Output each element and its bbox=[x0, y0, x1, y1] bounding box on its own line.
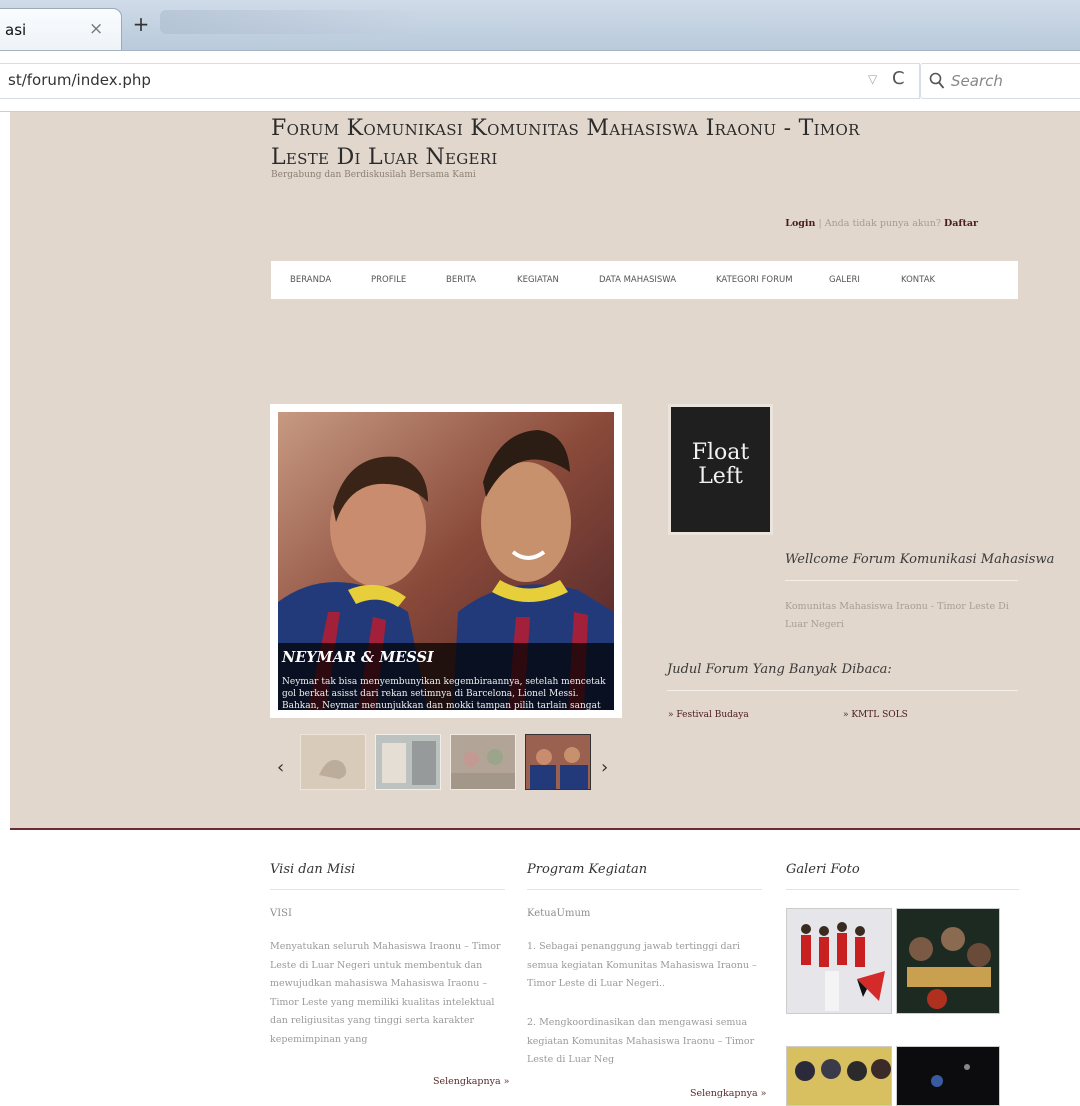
thumb-image bbox=[451, 735, 515, 789]
register-prompt: Anda tidak punya akun? bbox=[824, 218, 944, 229]
slider-thumb-2[interactable] bbox=[375, 734, 441, 790]
register-link[interactable]: Daftar bbox=[944, 218, 978, 229]
float-text-line-2: Left bbox=[698, 464, 743, 489]
slider-caption-text: Neymar tak bisa menyembunyikan kegembira… bbox=[282, 677, 606, 710]
widget-visi-text: Menyatukan seluruh Mahasiswa Iraonu – Ti… bbox=[270, 941, 501, 1045]
gallery-photo-1[interactable] bbox=[786, 908, 892, 1014]
widget-program-more-link[interactable]: Selengkapnya » bbox=[690, 1088, 766, 1099]
gallery-image bbox=[787, 1047, 891, 1105]
site-title[interactable]: Forum Komunikasi Komunitas Mahasiswa Ira… bbox=[271, 114, 911, 172]
gallery-photo-3[interactable] bbox=[786, 1046, 892, 1106]
widget-visi-more-link[interactable]: Selengkapnya » bbox=[433, 1076, 509, 1087]
widget-program-divider bbox=[527, 889, 762, 890]
popular-link-festival-budaya[interactable]: » Festival Budaya bbox=[668, 710, 749, 720]
menu-item-profile[interactable]: PROFILE bbox=[371, 275, 406, 285]
menu-item-kegiatan[interactable]: KEGIATAN bbox=[517, 275, 559, 285]
address-bar[interactable]: st/forum/index.php ▽ C bbox=[0, 63, 920, 99]
thumb-image bbox=[376, 735, 440, 789]
close-tab-icon[interactable]: × bbox=[89, 19, 103, 39]
slider-thumb-1[interactable] bbox=[300, 734, 366, 790]
search-icon bbox=[929, 72, 945, 89]
tab-title: asi bbox=[5, 21, 27, 39]
popular-divider bbox=[667, 690, 1018, 691]
welcome-divider bbox=[785, 580, 1018, 581]
popular-link-kmtl-sols[interactable]: » KMTL SOLS bbox=[843, 710, 908, 720]
widget-program-point-2: 2. Mengkoordinasikan dan mengawasi semua… bbox=[527, 1017, 755, 1065]
popular-forum-title: Judul Forum Yang Banyak Dibaca: bbox=[667, 662, 892, 677]
slider-caption: NEYMAR & MESSI Neymar tak bisa menyembun… bbox=[278, 643, 614, 710]
widget-program-point-1: 1. Sebagai penanggung jawab tertinggi da… bbox=[527, 941, 757, 989]
gallery-photo-2[interactable] bbox=[896, 908, 1000, 1014]
float-left-text: Float Left bbox=[671, 441, 770, 489]
slider-thumb-4[interactable] bbox=[525, 734, 591, 790]
browser-navbar: st/forum/index.php ▽ C Search bbox=[0, 50, 1080, 112]
gallery-image bbox=[897, 909, 999, 1013]
login-link[interactable]: Login bbox=[785, 218, 815, 229]
widget-galeri-title: Galeri Foto bbox=[786, 862, 860, 877]
slider-image[interactable]: NEYMAR & MESSI Neymar tak bisa menyembun… bbox=[278, 412, 614, 710]
url-text: st/forum/index.php bbox=[8, 71, 151, 89]
thumb-image bbox=[526, 735, 590, 789]
widget-visi-divider bbox=[270, 889, 505, 890]
thumb-image bbox=[301, 735, 365, 789]
welcome-subtitle: Komunitas Mahasiswa Iraonu - Timor Leste… bbox=[785, 601, 1009, 630]
browser-tab[interactable]: asi × bbox=[0, 8, 122, 50]
reload-icon[interactable]: C bbox=[892, 68, 905, 89]
login-line: Login | Anda tidak punya akun? Daftar bbox=[760, 218, 978, 229]
new-tab-button[interactable]: + bbox=[128, 12, 154, 36]
widget-program-title: Program Kegiatan bbox=[527, 862, 648, 877]
search-box[interactable]: Search bbox=[920, 63, 1080, 99]
menu-item-berita[interactable]: BERITA bbox=[446, 275, 476, 285]
welcome-title: Wellcome Forum Komunikasi Mahasiswa bbox=[785, 552, 1055, 567]
main-menu: BERANDA PROFILE BERITA KEGIATAN DATA MAH… bbox=[271, 261, 1018, 299]
background-tab[interactable] bbox=[160, 10, 420, 34]
login-separator: | bbox=[815, 218, 825, 229]
widget-galeri-divider bbox=[786, 889, 1019, 890]
gallery-image bbox=[897, 1047, 999, 1105]
menu-item-data-mahasiswa[interactable]: DATA MAHASISWA bbox=[599, 275, 676, 285]
browser-tabbar: asi × + bbox=[0, 0, 1080, 50]
widget-visi-subtitle: VISI bbox=[270, 908, 292, 919]
menu-item-kontak[interactable]: KONTAK bbox=[901, 275, 935, 285]
gallery-photo-4[interactable] bbox=[896, 1046, 1000, 1106]
menu-item-galeri[interactable]: GALERI bbox=[829, 275, 860, 285]
float-left-image: Float Left bbox=[668, 404, 773, 535]
url-dropdown-icon[interactable]: ▽ bbox=[868, 72, 877, 86]
gallery-image bbox=[787, 909, 891, 1013]
menu-item-beranda[interactable]: BERANDA bbox=[290, 275, 331, 285]
slider-prev-icon[interactable]: ‹ bbox=[277, 757, 284, 778]
featured-slider[interactable]: NEYMAR & MESSI Neymar tak bisa menyembun… bbox=[270, 404, 622, 718]
menu-item-kategori-forum[interactable]: KATEGORI FORUM bbox=[716, 275, 793, 285]
site-tagline: Bergabung dan Berdiskusilah Bersama Kami bbox=[271, 170, 476, 180]
slider-next-icon[interactable]: › bbox=[601, 757, 608, 778]
slider-thumb-3[interactable] bbox=[450, 734, 516, 790]
widget-visi-title: Visi dan Misi bbox=[270, 862, 356, 877]
widget-program-subtitle: KetuaUmum bbox=[527, 908, 591, 919]
slider-caption-title[interactable]: NEYMAR & MESSI bbox=[282, 649, 434, 666]
search-placeholder: Search bbox=[951, 72, 1003, 90]
float-text-line-1: Float bbox=[691, 440, 750, 465]
